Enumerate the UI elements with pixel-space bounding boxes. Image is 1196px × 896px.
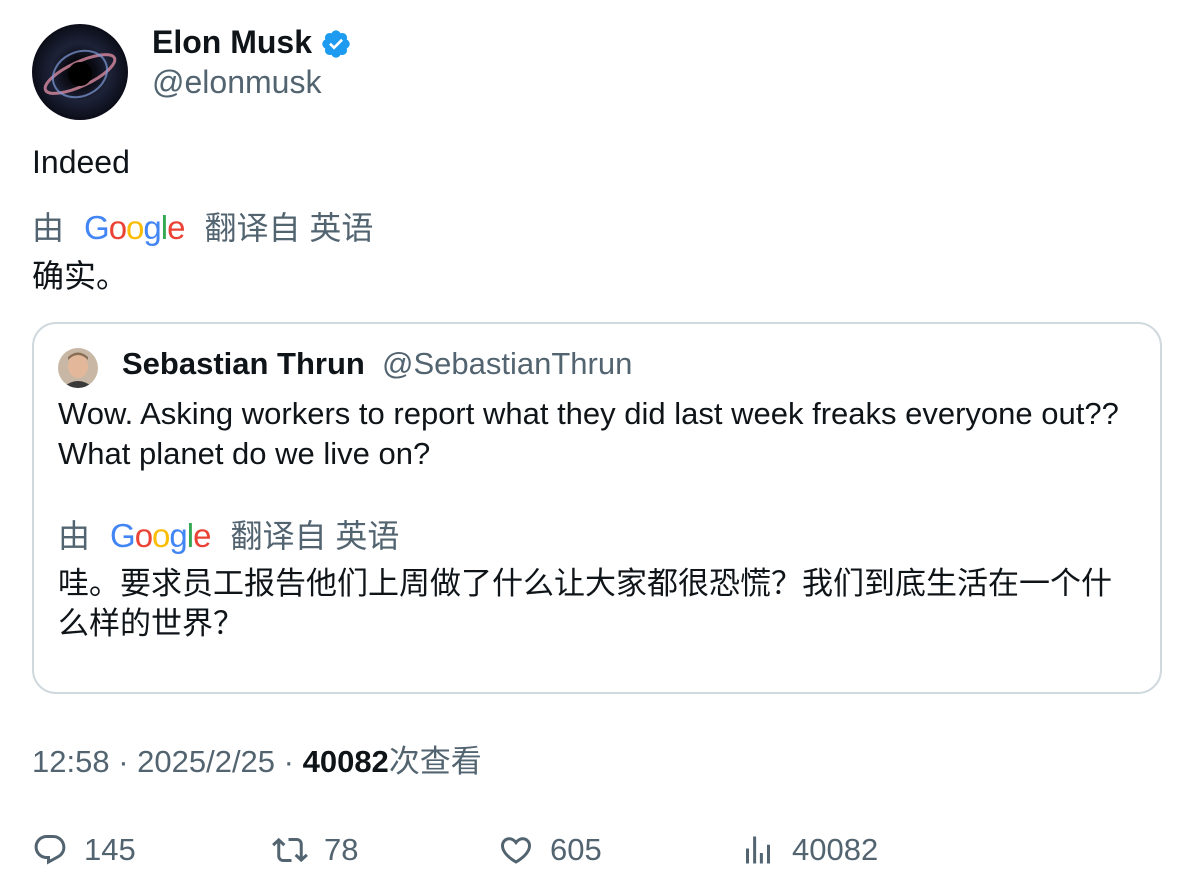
view-count-suffix: 次查看 <box>388 744 482 779</box>
tweet-timestamp[interactable]: 12:58 · 2025/2/25 · <box>32 744 303 779</box>
action-bar: 145 78 605 40082 <box>0 826 1196 876</box>
like-count: 605 <box>550 832 602 867</box>
translation-suffix: 翻译自 英语 <box>204 210 374 246</box>
retweet-button[interactable]: 78 <box>272 826 358 874</box>
translation-prefix: 由 <box>32 210 65 246</box>
views-icon <box>746 836 770 864</box>
tweet-meta: 12:58 · 2025/2/25 · 40082次查看 <box>32 742 482 782</box>
view-count: 40082 <box>302 744 389 779</box>
author-name[interactable]: Elon Musk <box>152 22 312 62</box>
like-button[interactable]: 605 <box>498 826 602 874</box>
google-logo: Google <box>84 209 185 246</box>
views-count: 40082 <box>792 832 879 867</box>
reply-button[interactable]: 145 <box>32 826 136 874</box>
tweet-text: Indeed <box>32 144 130 180</box>
translation-suffix: 翻译自 英语 <box>230 518 400 554</box>
author-handle[interactable]: @elonmusk <box>152 62 321 102</box>
quoted-author-name: Sebastian Thrun <box>122 346 365 381</box>
quoted-author-handle: @SebastianThrun <box>382 346 633 381</box>
reply-count: 145 <box>84 832 136 867</box>
quoted-tweet-text: Wow. Asking workers to report what they … <box>58 396 1119 471</box>
reply-icon <box>34 835 66 865</box>
like-icon <box>500 837 532 864</box>
quoted-tweet[interactable]: Sebastian Thrun @SebastianThrun Wow. Ask… <box>32 322 1162 694</box>
views-button[interactable]: 40082 <box>740 826 878 874</box>
translation-prefix: 由 <box>58 518 91 554</box>
google-logo: Google <box>110 517 211 554</box>
author-avatar[interactable] <box>32 24 128 120</box>
quoted-author-avatar <box>58 348 98 388</box>
translation-attribution[interactable]: 由 Google 翻译自 英语 <box>32 208 373 248</box>
quoted-translated-text: 哇。要求员工报告他们上周做了什么让大家都很恐慌？我们到底生活在一个什么样的世界？ <box>58 566 1112 641</box>
retweet-icon <box>272 837 308 863</box>
retweet-count: 78 <box>324 832 359 867</box>
verified-badge-icon <box>322 30 350 58</box>
quoted-translation-attribution[interactable]: 由 Google 翻译自 英语 <box>58 516 399 556</box>
tweet-translated-text: 确实。 <box>32 258 129 294</box>
